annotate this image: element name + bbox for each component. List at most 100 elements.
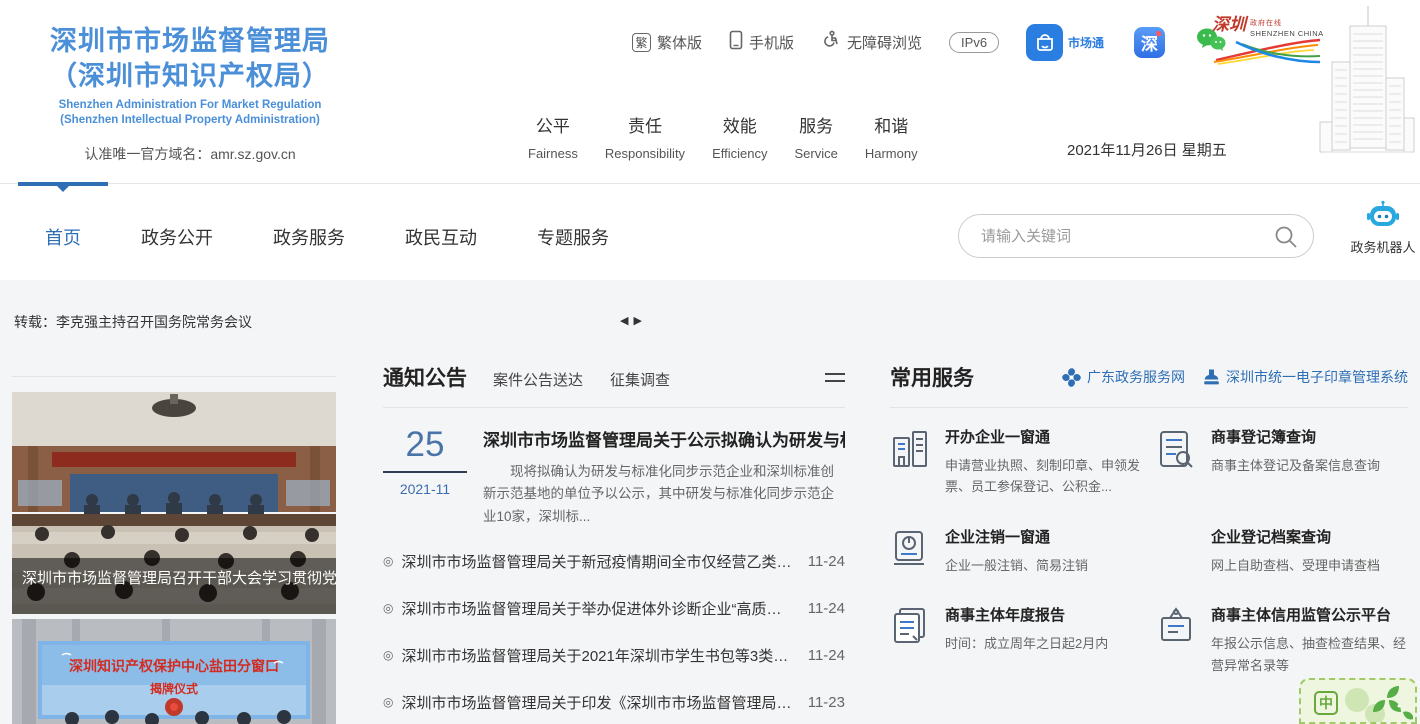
open-business-icon — [890, 426, 932, 498]
svg-text:揭牌仪式: 揭牌仪式 — [150, 681, 198, 696]
notice-row[interactable]: ◎ 深圳市市场监督管理局关于印发《深圳市市场监督管理局商... 11-23 — [383, 679, 845, 724]
youth-protection-widget[interactable]: 中 — [1299, 678, 1417, 724]
header-utilities: 繁 繁体版 手机版 无障碍浏览 IPv6 — [632, 30, 999, 54]
notices-more-icon[interactable] — [825, 368, 845, 387]
featured-month: 2021-11 — [383, 481, 467, 497]
deregistration-icon — [890, 526, 932, 576]
flower-icon — [1062, 368, 1081, 387]
traditional-label: 繁体版 — [657, 32, 702, 53]
site-header: 深圳市市场监督管理局 （深圳市知识产权局） Shenzhen Administr… — [0, 0, 1420, 183]
featured-summary: 现将拟确认为研发与标准化同步示范企业和深圳标准创新示范基地的单位予以公示，其中研… — [483, 461, 845, 528]
ceremony-photo: 深圳知识产权保护中心盐田分窗口 揭牌仪式 — [12, 619, 336, 724]
value-responsibility: 责任Responsibility — [605, 112, 685, 161]
bullet-icon: ◎ — [383, 648, 393, 662]
org-title-line2: （深圳市知识产权局） — [30, 59, 350, 94]
value-fairness: 公平Fairness — [528, 112, 578, 161]
eseal-system-link[interactable]: 深圳市统一电子印章管理系统 — [1203, 367, 1408, 387]
notice-row[interactable]: ◎ 深圳市市场监督管理局关于举办促进体外诊断企业“高质量... 11-24 — [383, 585, 845, 632]
current-date: 2021年11月26日 星期五 — [1067, 139, 1227, 160]
traditional-version-button[interactable]: 繁 繁体版 — [632, 32, 702, 53]
registry-search-icon — [1156, 426, 1198, 498]
ishenzhen-app-icon[interactable]: 深 — [1134, 27, 1165, 58]
featured-notice[interactable]: 25 2021-11 深圳市市场监督管理局关于公示拟确认为研发与标... 现将拟… — [383, 426, 845, 528]
service-registry-search[interactable]: 商事登记簿查询 商事主体登记及备案信息查询 — [1156, 426, 1408, 498]
nav-item-home[interactable]: 首页 — [45, 224, 81, 250]
market-app-label: 市场通 — [1068, 34, 1104, 51]
building-sketch — [1316, 0, 1418, 180]
tab-surveys[interactable]: 征集调查 — [610, 369, 670, 390]
header-app-links: 市场通 深 — [1026, 24, 1227, 61]
city-logo-sub: 政府在线 — [1250, 18, 1324, 28]
official-domain-note: 认准唯一官方域名：amr.sz.gov.cn — [30, 144, 350, 164]
search-input[interactable] — [981, 215, 1261, 257]
featured-title[interactable]: 深圳市市场监督管理局关于公示拟确认为研发与标... — [483, 426, 845, 451]
core-values: 公平Fairness 责任Responsibility 效能Efficiency… — [528, 112, 918, 161]
accessibility-button[interactable]: 无障碍浏览 — [821, 30, 922, 54]
service-open-business[interactable]: 开办企业一窗通 申请营业执照、刻制印章、申领发票、员工参保登记、公积金... — [890, 426, 1142, 498]
photo-carousel: 深圳市市场监督管理局召开干部大会学习贯彻党的十... 深圳知识产权保护中心盐田分… — [12, 376, 336, 724]
value-harmony: 和谐Harmony — [865, 112, 918, 161]
ticker-headline[interactable]: 转载：李克强主持召开国务院常务会议 — [14, 312, 252, 332]
service-deregistration[interactable]: 企业注销一窗通 企业一般注销、简易注销 — [890, 526, 1142, 576]
market-app-icon — [1026, 24, 1063, 61]
bullet-icon: ◎ — [383, 695, 393, 709]
nav-item-special[interactable]: 专题服务 — [537, 224, 609, 250]
carousel-slide-2[interactable]: 深圳知识产权保护中心盐田分窗口 揭牌仪式 — [12, 619, 336, 724]
accessibility-label: 无障碍浏览 — [847, 32, 922, 53]
annual-report-icon — [890, 604, 932, 676]
services-section: 常用服务 广东政务服务网 深圳 — [890, 362, 1408, 676]
ticker-next-icon[interactable]: ▶ — [633, 314, 641, 327]
featured-day: 25 — [383, 426, 467, 465]
service-archive-search[interactable]: 企业登记档案查询 网上自助查档、受理申请查档 — [1156, 526, 1408, 576]
site-search — [958, 214, 1314, 258]
search-icon[interactable] — [1273, 224, 1299, 255]
clover-leaves-icon — [1341, 682, 1413, 724]
ipv6-badge[interactable]: IPv6 — [949, 32, 999, 53]
org-title-line1: 深圳市市场监督管理局 — [30, 24, 350, 59]
value-efficiency: 效能Efficiency — [712, 112, 767, 161]
svg-text:深圳知识产权保护中心盐田分窗口: 深圳知识产权保护中心盐田分窗口 — [69, 658, 279, 674]
stamp-icon — [1203, 368, 1220, 386]
main-navbar: 首页 政务公开 政务服务 政民互动 专题服务 政务机器人 — [0, 183, 1420, 280]
carousel-caption: 深圳市市场监督管理局召开干部大会学习贯彻党的十... — [12, 558, 336, 614]
bullet-icon: ◎ — [383, 601, 393, 615]
org-subtitle-line2: (Shenzhen Intellectual Property Administ… — [30, 113, 350, 128]
city-logo-en: SHENZHEN CHINA — [1250, 29, 1324, 38]
shenzhen-china-logo[interactable]: 深圳 政府在线 SHENZHEN CHINA — [1212, 16, 1324, 71]
notice-list: ◎ 深圳市市场监督管理局关于新冠疫情期间全市仅经营乙类非... 11-24 ◎ … — [383, 538, 845, 724]
value-service: 服务Service — [794, 112, 837, 161]
news-ticker: 转载：李克强主持召开国务院常务会议 ◀ ▶ — [0, 312, 1420, 332]
services-title: 常用服务 — [890, 362, 974, 392]
mobile-label: 手机版 — [749, 32, 794, 53]
notice-row[interactable]: ◎ 深圳市市场监督管理局关于新冠疫情期间全市仅经营乙类非... 11-24 — [383, 538, 845, 585]
accessibility-icon — [821, 30, 841, 54]
guangdong-services-link[interactable]: 广东政务服务网 — [1062, 367, 1185, 387]
traditional-icon: 繁 — [632, 33, 651, 52]
market-app-link[interactable]: 市场通 — [1026, 24, 1104, 61]
active-tab-indicator — [18, 182, 108, 186]
carousel-slide-1[interactable]: 深圳市市场监督管理局召开干部大会学习贯彻党的十... — [12, 392, 336, 614]
robot-icon — [1366, 200, 1400, 230]
notice-row[interactable]: ◎ 深圳市市场监督管理局关于2021年深圳市学生书包等3类产... 11-24 — [383, 632, 845, 679]
notices-section: 通知公告 案件公告送达 征集调查 25 2021-11 深圳市市场监督管理局关于… — [383, 362, 845, 724]
service-annual-report[interactable]: 商事主体年度报告 时间：成立周年之日起2月内 — [890, 604, 1142, 676]
mobile-version-button[interactable]: 手机版 — [729, 30, 794, 54]
featured-date: 25 2021-11 — [383, 426, 467, 528]
tab-case-announcements[interactable]: 案件公告送达 — [493, 369, 583, 390]
mobile-icon — [729, 30, 743, 54]
nav-item-gov-services[interactable]: 政务服务 — [273, 224, 345, 250]
org-subtitle-line1: Shenzhen Administration For Market Regul… — [30, 98, 350, 113]
notices-title: 通知公告 — [383, 362, 467, 392]
nav-item-gov-info[interactable]: 政务公开 — [141, 224, 213, 250]
gov-robot-button[interactable]: 政务机器人 — [1350, 200, 1416, 256]
site-logo[interactable]: 深圳市市场监督管理局 （深圳市知识产权局） Shenzhen Administr… — [30, 24, 350, 164]
robot-label: 政务机器人 — [1350, 237, 1416, 256]
ticker-prev-icon[interactable]: ◀ — [620, 314, 628, 327]
nav-item-interaction[interactable]: 政民互动 — [405, 224, 477, 250]
service-credit-platform[interactable]: 商事主体信用监管公示平台 年报公示信息、抽查检查结果、经营异常名录等 — [1156, 604, 1408, 676]
bullet-icon: ◎ — [383, 554, 393, 568]
credit-platform-icon — [1156, 604, 1198, 676]
city-logo-cn: 深圳 — [1212, 16, 1246, 33]
archive-search-icon-placeholder — [1156, 526, 1198, 576]
zhong-glyph: 中 — [1314, 691, 1338, 715]
